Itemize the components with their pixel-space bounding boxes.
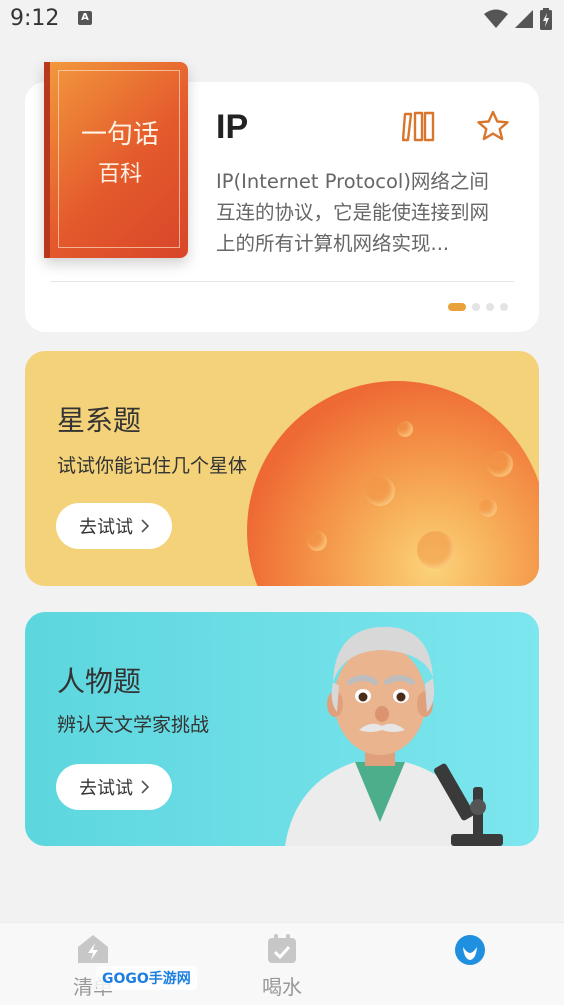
crater <box>487 451 513 477</box>
battery-icon <box>540 8 552 30</box>
try-button-label: 去试试 <box>79 778 133 799</box>
astronomer-quiz-try-button[interactable]: 去试试 <box>56 764 172 810</box>
divider <box>50 281 514 282</box>
bottom-nav: 清单 喝水 <box>0 922 564 1005</box>
star-quiz-try-button[interactable]: 去试试 <box>56 503 172 549</box>
astronomer-quiz-card[interactable]: 人物题 辨认天文学家挑战 去试试 <box>25 612 539 846</box>
planet-illustration <box>247 381 539 586</box>
page-dot <box>500 303 508 311</box>
book-title-line1: 一句话 <box>80 120 159 150</box>
encyclopedia-term-title: IP <box>216 108 249 146</box>
page-dot <box>486 303 494 311</box>
chevron-right-icon <box>141 519 149 533</box>
bookshelf-icon[interactable] <box>401 110 436 146</box>
nav-item-discover[interactable] <box>430 933 510 973</box>
page-dot-active <box>448 303 466 311</box>
lightning-house-icon <box>78 935 108 963</box>
signal-icon <box>515 10 533 28</box>
encyclopedia-description: IP(Internet Protocol)网络之间互连的协议，它是能使连接到网上… <box>216 170 490 255</box>
crater <box>307 531 327 551</box>
crater <box>479 499 497 517</box>
status-icons <box>484 8 552 30</box>
astronomer-quiz-title: 人物题 <box>57 665 142 698</box>
chevron-right-icon <box>141 780 149 794</box>
status-bar: 9:12 A <box>0 0 564 40</box>
star-system-quiz-card[interactable]: 星系题 试试你能记住几个星体 去试试 <box>25 351 539 586</box>
crater <box>417 531 455 569</box>
crater <box>397 421 413 437</box>
nav-item-water[interactable]: 喝水 <box>242 933 322 1000</box>
page-dot <box>472 303 480 311</box>
nav-label-water: 喝水 <box>262 975 302 999</box>
leaf-drop-icon <box>455 935 485 965</box>
notification-icon: A <box>78 11 92 25</box>
crater <box>365 476 395 506</box>
page-indicator <box>448 303 508 311</box>
astronomer-illustration <box>285 626 503 846</box>
book-cover-image: 一句话 百科 <box>44 62 188 258</box>
book-title-line2: 百科 <box>97 162 142 187</box>
status-time: 9:12 <box>10 6 60 31</box>
calendar-check-icon <box>268 934 296 963</box>
try-button-label: 去试试 <box>79 517 133 538</box>
watermark-logo: GOGO手游网 <box>96 966 197 990</box>
star-quiz-title: 星系题 <box>57 404 142 437</box>
star-quiz-subtitle: 试试你能记住几个星体 <box>57 455 248 477</box>
wifi-icon <box>484 9 508 28</box>
astronomer-quiz-subtitle: 辨认天文学家挑战 <box>57 714 210 736</box>
star-icon[interactable] <box>476 110 510 146</box>
